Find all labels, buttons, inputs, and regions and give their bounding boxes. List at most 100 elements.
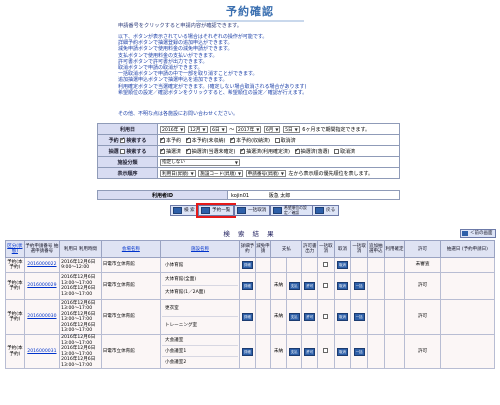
lottery-opt-checkbox[interactable]: [240, 147, 245, 154]
cancel-button[interactable]: 取消: [336, 347, 348, 356]
results-table: 区分(状態) 予約申請番号 抽選申請番号 利用日 利用時間 会場名称 施設名称 …: [5, 240, 496, 369]
from-year-select[interactable]: 2016年 ▼: [160, 125, 186, 133]
from-day-select[interactable]: 6日 ▼: [210, 125, 227, 133]
lottery-opt-checkbox[interactable]: [185, 147, 191, 154]
lottery-label: 抽選 検索する: [97, 145, 158, 157]
priority-icon: [273, 207, 282, 214]
order-select-1[interactable]: 利用日(昇順) ▼: [160, 169, 196, 177]
bulk-cancel-row-button[interactable]: 一括: [353, 347, 365, 356]
search-button[interactable]: 検 索: [170, 205, 199, 216]
col-status[interactable]: 区分(状態): [5, 240, 25, 258]
bulk-cancel-checkbox[interactable]: [323, 261, 329, 267]
reserve-search-checkbox[interactable]: [120, 136, 125, 143]
reserve-search-label: 検索する: [126, 137, 147, 144]
user-id: kojin01: [231, 192, 250, 199]
col-venue[interactable]: 会場名称: [100, 240, 161, 258]
col-facility[interactable]: 施設名称: [159, 240, 241, 258]
order-select-3[interactable]: 申請番号(昇順) ▼: [245, 169, 286, 177]
permit-button[interactable]: 許可: [304, 282, 316, 290]
row-permission: 許可: [404, 334, 441, 369]
col-bulk: 一括取消: [317, 240, 335, 258]
from-month-select[interactable]: 12月 ▼: [187, 125, 208, 133]
pay-button[interactable]: 支払: [288, 347, 300, 356]
row-apply-date: [439, 299, 496, 335]
bulk-cancel-button[interactable]: 一括取消: [234, 205, 271, 216]
from-month-value: 12月: [189, 127, 201, 133]
chevron-down-icon: ▼: [256, 126, 260, 132]
lottery-search-checkbox[interactable]: [120, 148, 126, 154]
date-line: 13:00～17:00: [61, 328, 93, 333]
bulk-cancel-checkbox[interactable]: [323, 313, 329, 319]
row-confirm: [383, 257, 406, 273]
row-add-lottery: [366, 334, 385, 369]
order-cell: 利用日(昇順) ▼ 施設コード(昇順) ▼ 申請番号(昇順) ▼ 左から表示順の優先順…: [157, 167, 400, 179]
bulk-cancel-checkbox[interactable]: [323, 348, 329, 354]
row-apply-no: 2016000022: [23, 257, 61, 273]
chevron-down-icon: ▼: [190, 170, 194, 176]
row-cancel: 取消: [333, 299, 352, 335]
bulk-cancel-row-button[interactable]: 一括: [353, 313, 365, 321]
contact-note: その他、不明な点は各施設にお問い合わせください。: [118, 111, 239, 117]
order-select-2[interactable]: 施設コード(昇順) ▼: [198, 169, 244, 177]
to-month-select[interactable]: 6月 ▼: [263, 125, 281, 133]
row-permit: [301, 257, 319, 273]
row-apply-date: [439, 257, 496, 273]
col-confirm: 利用確定: [383, 240, 406, 258]
back-icon: [315, 207, 324, 214]
order-value-1: 利用日(昇順): [162, 171, 189, 177]
lottery-opt-checkbox[interactable]: [160, 147, 165, 154]
facility-name: 大体育館(1／2A面): [164, 290, 206, 295]
permit-button[interactable]: 許可: [304, 347, 316, 356]
detail-reserve-button[interactable]: 詳細: [241, 313, 253, 321]
row-venue: 日電市立体育館: [100, 272, 161, 300]
detail-reserve-button[interactable]: 詳細: [241, 347, 253, 356]
back-button[interactable]: 戻る: [312, 205, 340, 216]
category-cell: 指定しない ▼: [157, 156, 400, 168]
intro-lead: 申請番号をクリックすると申請内容が確認できます。: [118, 23, 242, 29]
reserve-opt-checkbox[interactable]: [230, 136, 235, 143]
reserve-opt-checkbox[interactable]: [160, 136, 165, 143]
date-line: 2016年12月6日: [61, 357, 96, 362]
prev-screen-button[interactable]: ＜前の画面: [460, 229, 496, 238]
row-dates: 2016年12月6日 13:00～17:00 2016年12月6日 13:00～…: [59, 272, 102, 300]
category-select[interactable]: 指定しない ▼: [160, 158, 240, 166]
row-apply-no: 2016000030: [23, 299, 61, 335]
to-day-select[interactable]: 5日 ▼: [283, 125, 300, 133]
to-year-select[interactable]: 2017年 ▼: [235, 125, 262, 133]
chevron-down-icon: ▼: [280, 170, 284, 176]
apply-no-link[interactable]: 2016000029: [27, 283, 56, 288]
cancel-button[interactable]: 取消: [336, 282, 348, 290]
apply-no-link[interactable]: 2016000030: [27, 314, 56, 319]
row-detail: 詳細: [239, 299, 256, 335]
detail-reserve-button[interactable]: 詳細: [241, 261, 253, 269]
detail-reserve-button[interactable]: 詳細: [241, 282, 253, 290]
permit-button[interactable]: 許可: [304, 313, 316, 321]
chevron-down-icon: ▼: [202, 126, 206, 132]
cancel-button[interactable]: 取消: [336, 261, 348, 269]
pay-button[interactable]: 支払: [288, 313, 300, 321]
row-facilities: 小体育館: [159, 257, 241, 273]
row-venue: 日電市立体育館: [100, 299, 161, 335]
bulk-cancel-checkbox[interactable]: [323, 282, 329, 288]
apply-no-link[interactable]: 2016000031: [27, 349, 56, 354]
reserve-opt-checkbox[interactable]: [185, 136, 191, 143]
reserve-opt-checkbox[interactable]: [274, 137, 280, 143]
row-facilities: 更衣室 トレーニング室: [159, 299, 241, 335]
table-row: 予約(本予約) 2016000022 2016年12月6日 9:00～12:00…: [5, 257, 496, 273]
priority-button[interactable]: 希望順位の設定／確認: [270, 205, 314, 216]
lottery-opt-checkbox[interactable]: [334, 148, 340, 154]
row-add-lottery: [366, 257, 385, 273]
chevron-down-icon: ▼: [275, 126, 279, 132]
row-status: 予約(本予約): [5, 272, 25, 300]
row-bulk2: [350, 257, 368, 273]
row-confirm: [383, 272, 406, 300]
lottery-opt-checkbox[interactable]: [294, 147, 300, 154]
cancel-button[interactable]: 取消: [336, 313, 348, 321]
pay-button[interactable]: 支払: [288, 282, 300, 290]
row-pay-status: [270, 257, 287, 273]
lottery-opt-label: 抽選済(利用確定済): [246, 148, 291, 155]
bulk-cancel-row-button[interactable]: 一括: [353, 282, 365, 290]
reserve-list-button[interactable]: 予約一覧: [195, 203, 237, 218]
row-facilities: 大体育館(全面) 大体育館(1／2A面): [159, 272, 241, 300]
apply-no-link[interactable]: 2016000022: [27, 262, 56, 267]
